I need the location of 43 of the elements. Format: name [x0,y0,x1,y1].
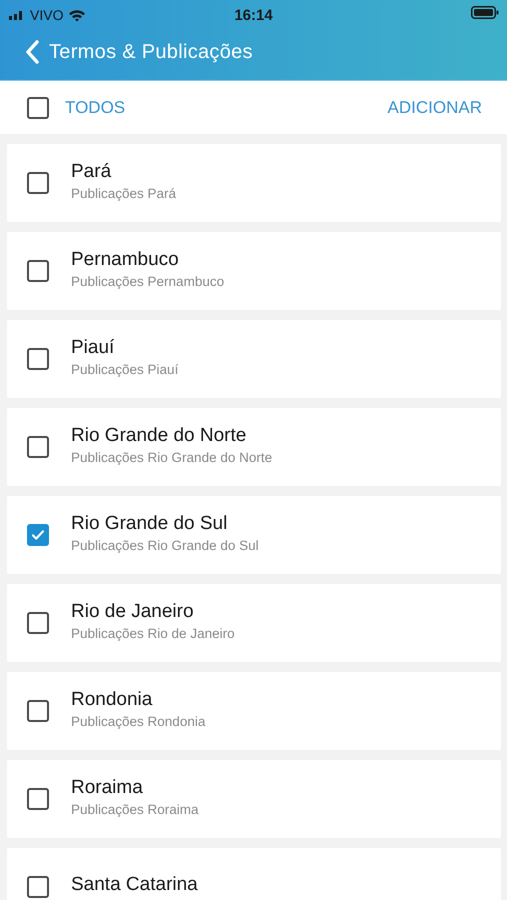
list-item-card[interactable]: Rondonia Publicações Rondonia [7,672,501,750]
item-title: Piauí [71,337,116,359]
checkbox[interactable] [27,172,49,194]
checkbox[interactable] [27,788,49,810]
item-title: Santa Catarina [71,874,198,896]
item-subtitle: Publicações Rio Grande do Sul [71,538,259,553]
item-subtitle: Publicações Rondonia [71,714,206,729]
item-title: Rio de Janeiro [71,601,195,623]
list-item-card[interactable]: Rio Grande do Sul Publicações Rio Grande do Sul [7,496,501,574]
clock-time: 16:14 [234,6,273,24]
list-item-card[interactable]: Piauí Publicações Piauí [7,320,501,398]
back-icon[interactable] [25,40,39,64]
checkbox[interactable] [27,700,49,722]
list-item-card[interactable]: Santa Catarina [7,848,501,900]
list-item-card[interactable]: Rio de Janeiro Publicações Rio de Janeiro [7,584,501,662]
checkbox[interactable] [27,260,49,282]
item-title: Rio Grande do Norte [71,425,248,447]
checkbox[interactable] [27,348,49,370]
battery-icon [471,6,499,19]
item-subtitle: Publicações Rio Grande do Norte [71,450,272,465]
checkbox[interactable] [27,876,49,898]
item-subtitle: Publicações Roraima [71,802,199,817]
list-item-card[interactable]: Pernambuco Publicações Pernambuco [7,232,501,310]
screen-title: Termos & Publicações [49,40,253,64]
item-subtitle: Publicações Piauí [71,362,178,377]
item-subtitle: Publicações Rio de Janeiro [71,626,235,641]
item-title: Rio Grande do Sul [71,513,228,535]
list-item-card[interactable]: Roraima Publicações Roraima [7,760,501,838]
checkbox[interactable] [27,524,49,546]
item-title: Roraima [71,777,144,799]
signal-icon [9,10,25,20]
list-item-card[interactable]: Rio Grande do Norte Publicações Rio Grande do Norte [7,408,501,486]
carrier-name: VIVO [30,7,64,23]
wifi-icon [68,8,86,22]
list-item-card[interactable]: Pará Publicações Pará [7,144,501,222]
item-title: Pará [71,161,112,183]
checkbox[interactable] [27,612,49,634]
checkbox[interactable] [27,436,49,458]
checkbox[interactable] [27,96,49,118]
item-title: Pernambuco [71,249,180,271]
item-subtitle: Publicações Pernambuco [71,274,224,289]
item-subtitle: Publicações Pará [71,186,176,201]
item-title: Rondonia [71,689,154,711]
